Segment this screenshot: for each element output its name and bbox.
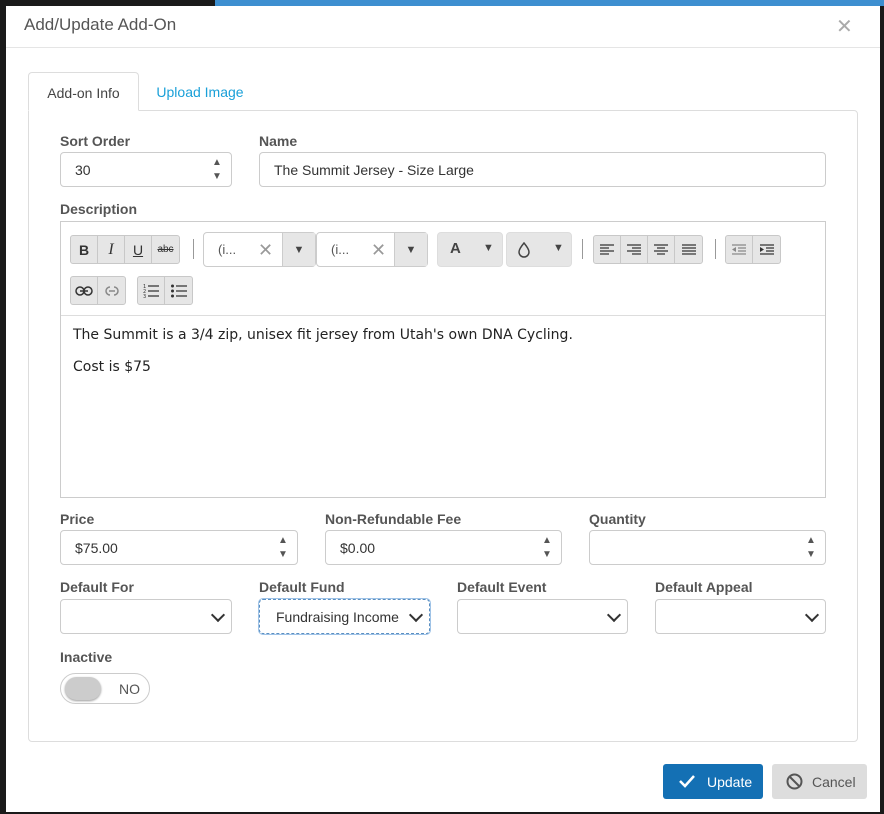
tab-upload-image[interactable]: Upload Image <box>150 72 250 111</box>
link-group <box>70 276 126 305</box>
default-appeal-select[interactable] <box>655 599 826 634</box>
dropdown-arrow-icon: ▼ <box>483 242 494 254</box>
sort-order-value: 30 <box>75 161 91 178</box>
list-group: 123 <box>137 276 193 305</box>
dialog-title: Add/Update Add-On <box>24 15 177 34</box>
font-family-value: (i... <box>218 242 237 257</box>
sort-order-input[interactable]: 30 ▲ ▼ <box>60 152 232 187</box>
align-justify-icon[interactable] <box>675 236 702 263</box>
italic-button[interactable]: I <box>98 236 125 263</box>
font-family-dropdown[interactable]: (i... ✕ ▼ <box>203 232 316 267</box>
default-fund-label: Default Fund <box>259 579 345 595</box>
toggle-knob <box>65 677 101 700</box>
toolbar-separator <box>193 239 194 259</box>
chevron-down-icon <box>804 607 820 623</box>
description-label: Description <box>60 201 138 217</box>
add-on-dialog: Add/Update Add-On ✕ Add-on Info Upload I… <box>6 6 880 812</box>
outdent-icon[interactable] <box>726 236 753 263</box>
clear-icon[interactable]: ✕ <box>258 240 273 261</box>
fee-label: Non-Refundable Fee <box>325 511 462 527</box>
description-editor[interactable]: B I U abc (i... ✕ ▼ (i... ✕ ▼ A ▼ ▼ 1 2 … <box>60 221 826 498</box>
toolbar-separator <box>715 239 716 259</box>
price-label: Price <box>60 511 95 527</box>
chevron-down-icon <box>210 607 226 623</box>
sort-order-stepper[interactable]: ▲ ▼ <box>211 156 223 184</box>
underline-button[interactable]: U <box>125 236 152 263</box>
quantity-stepper[interactable]: ▲ ▼ <box>805 534 817 562</box>
price-value: $75.00 <box>75 539 118 556</box>
dropdown-arrow-icon[interactable]: ▼ <box>282 233 315 266</box>
ordered-list-icon[interactable]: 123 <box>138 277 165 304</box>
editor-toolbar: B I U abc (i... ✕ ▼ (i... ✕ ▼ A ▼ ▼ 1 2 … <box>61 222 825 316</box>
default-fund-value: Fundraising Income <box>276 608 399 625</box>
align-center-icon[interactable] <box>648 236 675 263</box>
cancel-label: Cancel <box>812 773 856 790</box>
default-for-select[interactable] <box>60 599 232 634</box>
cancel-icon <box>786 773 803 790</box>
bullet-list-icon[interactable] <box>165 277 192 304</box>
background-color-button[interactable]: ▼ <box>506 232 572 267</box>
quantity-label: Quantity <box>589 511 646 527</box>
price-stepper[interactable]: ▲ ▼ <box>277 534 289 562</box>
description-paragraph: Cost is $75 <box>73 359 151 375</box>
alignment-group <box>593 235 703 264</box>
fee-input[interactable]: $0.00 ▲ ▼ <box>325 530 562 565</box>
chevron-down-icon <box>606 607 622 623</box>
update-button[interactable]: Update <box>663 764 763 799</box>
dropdown-arrow-icon[interactable]: ▼ <box>394 233 427 266</box>
default-event-select[interactable] <box>457 599 628 634</box>
strikethrough-button[interactable]: abc <box>152 236 179 263</box>
font-size-value: (i... <box>331 242 350 257</box>
unlink-icon[interactable] <box>98 277 125 304</box>
default-appeal-label: Default Appeal <box>655 579 753 595</box>
font-color-button[interactable]: A ▼ <box>437 232 503 267</box>
editor-content[interactable]: The Summit is a 3/4 zip, unisex fit jers… <box>73 327 573 391</box>
update-label: Update <box>707 773 753 790</box>
inactive-toggle[interactable]: NO <box>60 673 150 704</box>
inactive-label: Inactive <box>60 649 113 665</box>
font-color-icon: A <box>450 240 461 257</box>
font-size-dropdown[interactable]: (i... ✕ ▼ <box>316 232 428 267</box>
fee-stepper[interactable]: ▲ ▼ <box>541 534 553 562</box>
align-left-icon[interactable] <box>594 236 621 263</box>
sort-order-label: Sort Order <box>60 133 131 149</box>
text-style-group: B I U abc <box>70 235 180 264</box>
name-value: The Summit Jersey - Size Large <box>274 161 474 178</box>
header-divider <box>6 47 880 48</box>
name-input[interactable]: The Summit Jersey - Size Large <box>259 152 826 187</box>
link-icon[interactable] <box>71 277 98 304</box>
indent-group <box>725 235 781 264</box>
svg-text:3: 3 <box>143 294 146 298</box>
droplet-icon <box>518 242 530 258</box>
quantity-input[interactable]: ▲ ▼ <box>589 530 826 565</box>
clear-icon[interactable]: ✕ <box>371 240 386 261</box>
toggle-state-label: NO <box>119 681 140 697</box>
bold-button[interactable]: B <box>71 236 98 263</box>
align-right-icon[interactable] <box>621 236 648 263</box>
checkmark-icon <box>679 775 695 788</box>
price-input[interactable]: $75.00 ▲ ▼ <box>60 530 298 565</box>
default-for-label: Default For <box>60 579 134 595</box>
fee-value: $0.00 <box>340 539 376 556</box>
default-fund-select[interactable]: Fundraising Income <box>259 599 430 634</box>
name-label: Name <box>259 133 298 149</box>
toolbar-separator <box>582 239 583 259</box>
description-paragraph: The Summit is a 3/4 zip, unisex fit jers… <box>73 327 573 343</box>
chevron-down-icon <box>408 607 424 623</box>
default-event-label: Default Event <box>457 579 547 595</box>
indent-icon[interactable] <box>753 236 780 263</box>
cancel-button[interactable]: Cancel <box>772 764 867 799</box>
tab-add-on-info[interactable]: Add-on Info <box>28 72 139 111</box>
close-icon[interactable]: ✕ <box>836 14 853 39</box>
dropdown-arrow-icon: ▼ <box>553 242 564 254</box>
